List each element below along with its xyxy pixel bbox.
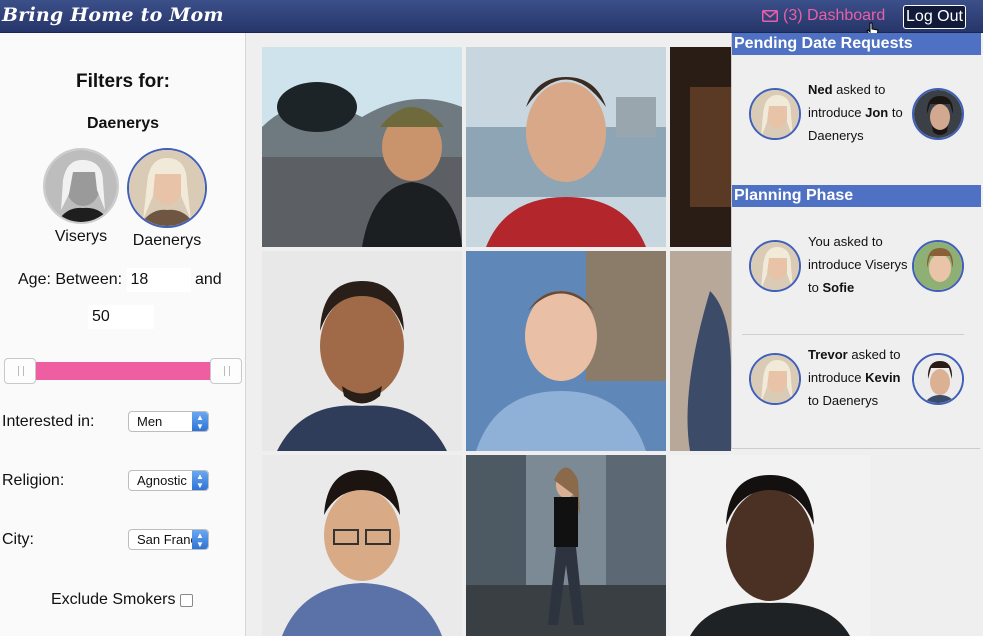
age-min-input[interactable]: 18: [126, 268, 191, 292]
interested-label: Interested in:: [2, 413, 95, 430]
religion-label: Religion:: [2, 472, 65, 489]
profile-photo[interactable]: [466, 455, 666, 636]
interested-select[interactable]: Men ▲ ▼: [128, 411, 209, 432]
filters-title: Filters for:: [76, 71, 170, 92]
profile-photo[interactable]: [670, 47, 731, 247]
smokers-label: Exclude Smokers: [51, 591, 176, 608]
city-label: City:: [2, 531, 34, 548]
person-daenerys[interactable]: Daenerys: [124, 148, 210, 250]
logout-button[interactable]: Log Out: [903, 5, 966, 29]
profile-photo[interactable]: [466, 47, 666, 247]
avatar: [127, 148, 207, 228]
request-item[interactable]: You asked to introduce Viserys to Sofie: [732, 220, 981, 315]
city-select[interactable]: San Francisco ▲▼: [128, 529, 209, 550]
profile-photo[interactable]: [262, 47, 462, 247]
exclude-smokers: Exclude Smokers: [51, 591, 193, 609]
top-bar: Bring Home to Mom (3) Dashboard Log Out: [0, 0, 983, 33]
avatar: [912, 240, 964, 292]
request-item[interactable]: Ned asked to introduce Jon to Daenerys: [732, 68, 981, 163]
avatar: [749, 88, 801, 140]
avatar: [912, 88, 964, 140]
request-text: You asked to introduce Viserys to Sofie: [808, 234, 908, 295]
select-arrows-icon: ▲ ▼: [192, 412, 208, 431]
person-viserys[interactable]: Viserys: [38, 148, 124, 246]
religion-select[interactable]: Agnostic ▲ ▼: [128, 470, 209, 491]
interested-value: Men: [137, 414, 163, 429]
filters-sidebar: Filters for: Daenerys Viserys Daenerys A…: [0, 33, 246, 636]
profile-photo[interactable]: [262, 251, 462, 451]
profile-photo[interactable]: [262, 455, 462, 636]
request-item[interactable]: Trevor asked to introduce Kevin to Daene…: [732, 333, 981, 428]
avatar: [912, 353, 964, 405]
age-range-slider[interactable]: [4, 358, 242, 384]
filters-current-name: Daenerys: [86, 115, 160, 132]
avatar: [43, 148, 119, 224]
envelope-icon: [762, 10, 778, 22]
avatar: [749, 240, 801, 292]
dashboard-panel: Pending Date Requests Ned asked to intro…: [731, 33, 981, 449]
avatar: [749, 353, 801, 405]
person-name: Viserys: [54, 228, 108, 245]
select-arrows-icon: ▲ ▼: [192, 471, 208, 490]
religion-value: Agnostic: [137, 473, 187, 488]
slider-min-handle[interactable]: [4, 358, 36, 384]
brand-logo[interactable]: Bring Home to Mom: [2, 4, 224, 26]
person-name: Daenerys: [132, 232, 202, 249]
request-text: Ned asked to introduce Jon to Daenerys: [808, 82, 903, 143]
profile-photo[interactable]: [670, 455, 870, 636]
age-label: Age: Between:: [18, 271, 123, 288]
select-arrows-icon: ▲ ▼: [192, 530, 208, 549]
request-text: Trevor asked to introduce Kevin to Daene…: [808, 347, 901, 408]
age-max-input[interactable]: 50: [88, 305, 154, 329]
slider-track: [20, 362, 226, 380]
age-filter: Age: Between: 18 and: [18, 268, 222, 292]
age-and-label: and: [194, 271, 222, 288]
profile-photo[interactable]: [670, 251, 731, 451]
pending-requests-heading: Pending Date Requests: [732, 33, 981, 55]
slider-max-handle[interactable]: [210, 358, 242, 384]
smokers-checkbox[interactable]: [179, 593, 193, 607]
profile-photo[interactable]: [466, 251, 666, 451]
planning-phase-heading: Planning Phase: [732, 185, 981, 207]
